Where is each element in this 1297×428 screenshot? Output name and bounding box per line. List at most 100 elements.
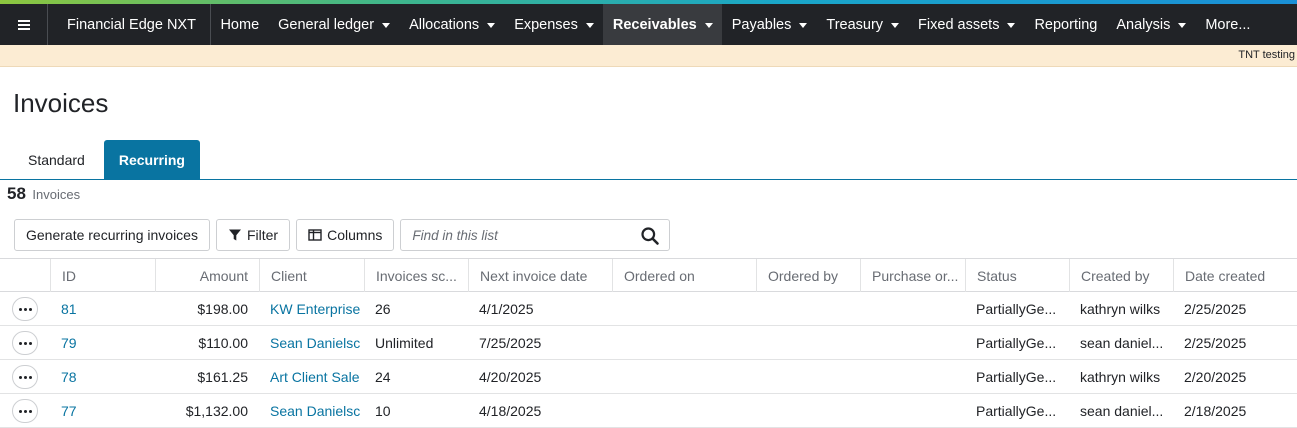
nav-item-label: Analysis (1116, 16, 1171, 33)
columns-label: Columns (327, 227, 383, 243)
list-toolbar: Generate recurring invoices Filter Colum… (14, 219, 671, 251)
nav-item-payables[interactable]: Payables (722, 4, 817, 45)
invoice-id-link[interactable]: 77 (50, 394, 155, 427)
nav-item-expenses[interactable]: Expenses (505, 4, 604, 45)
nav-item-fixed-assets[interactable]: Fixed assets (909, 4, 1025, 45)
column-header-client[interactable]: Client (259, 259, 364, 292)
ordered-on-cell (612, 394, 756, 427)
column-header-actions (0, 259, 50, 292)
column-header-next-invoice-date[interactable]: Next invoice date (468, 259, 612, 292)
caret-down-icon (1007, 23, 1016, 28)
purchase-order-cell (860, 292, 965, 325)
nav-item-allocations[interactable]: Allocations (400, 4, 505, 45)
grid-header-row: ID Amount Client Invoices sc... Next inv… (0, 258, 1297, 292)
search-field (400, 219, 671, 251)
caret-down-icon (1178, 23, 1187, 28)
filter-button[interactable]: Filter (215, 219, 291, 251)
table-row: 78 $161.25 Art Client Sale 24 4/20/2025 … (0, 360, 1297, 394)
nav-item-label: More... (1205, 16, 1251, 33)
column-header-ordered-by[interactable]: Ordered by (756, 259, 860, 292)
caret-down-icon (585, 23, 594, 28)
next-invoice-date-cell: 7/25/2025 (479, 334, 542, 351)
column-header-id[interactable]: ID (50, 259, 155, 292)
tab-underline (0, 179, 1297, 180)
search-input[interactable] (401, 221, 632, 249)
caret-down-icon (799, 23, 808, 28)
invoices-grid: ID Amount Client Invoices sc... Next inv… (0, 258, 1297, 428)
search-icon[interactable] (640, 226, 660, 246)
amount-cell: $1,132.00 (185, 402, 248, 419)
environment-banner: TNT testing (0, 45, 1297, 67)
product-name[interactable]: Financial Edge NXT (48, 4, 211, 45)
client-link[interactable]: Art Client Sale (259, 360, 364, 393)
created-by-cell: kathryn wilks (1080, 300, 1161, 317)
row-actions-button[interactable] (12, 399, 38, 423)
ordered-by-cell (756, 360, 860, 393)
tab-standard[interactable]: Standard (13, 140, 100, 179)
ordered-by-cell (756, 394, 860, 427)
tab-recurring[interactable]: Recurring (103, 140, 200, 179)
invoices-scheduled-cell: 24 (375, 368, 391, 385)
columns-button[interactable]: Columns (296, 219, 395, 251)
status-cell: PartiallyGe... (976, 300, 1057, 317)
client-link[interactable]: Sean Danielsc (259, 394, 364, 427)
nav-item-label: Allocations (409, 16, 480, 33)
status-cell: PartiallyGe... (976, 402, 1057, 419)
amount-cell: $110.00 (198, 334, 248, 351)
date-created-cell: 2/18/2025 (1184, 402, 1247, 419)
nav-item-label: Expenses (514, 16, 578, 33)
table-row: 81 $198.00 KW Enterprise 26 4/1/2025 Par… (0, 292, 1297, 326)
nav-item-general-ledger[interactable]: General ledger (269, 4, 400, 45)
nav-item-label: Reporting (1034, 16, 1098, 33)
main-menu-button[interactable] (0, 4, 48, 45)
ellipsis-icon (18, 307, 32, 311)
record-count-number: 58 (7, 184, 26, 203)
column-header-date-created[interactable]: Date created (1173, 259, 1297, 292)
column-header-amount[interactable]: Amount (155, 259, 259, 292)
nav-item-label: Payables (731, 16, 792, 33)
ordered-on-cell (612, 326, 756, 359)
ordered-on-cell (612, 360, 756, 393)
ordered-by-cell (756, 326, 860, 359)
caret-down-icon (891, 23, 900, 28)
nav-item-reporting[interactable]: Reporting (1025, 4, 1107, 45)
next-invoice-date-cell: 4/18/2025 (479, 402, 542, 419)
column-header-ordered-on[interactable]: Ordered on (612, 259, 756, 292)
caret-down-icon (704, 23, 713, 28)
nav-item-label: Fixed assets (918, 16, 1000, 33)
environment-name: TNT testing (1238, 49, 1295, 61)
amount-cell: $198.00 (197, 300, 248, 317)
nav-item-label: Home (220, 16, 260, 33)
generate-recurring-invoices-button[interactable]: Generate recurring invoices (14, 219, 210, 251)
nav-item-label: Receivables (612, 16, 697, 33)
row-actions-button[interactable] (12, 297, 38, 321)
invoice-id-link[interactable]: 81 (50, 292, 155, 325)
date-created-cell: 2/20/2025 (1184, 368, 1247, 385)
column-header-created-by[interactable]: Created by (1069, 259, 1173, 292)
invoices-scheduled-cell: Unlimited (375, 334, 434, 351)
column-header-status[interactable]: Status (965, 259, 1069, 292)
invoice-id-link[interactable]: 79 (50, 326, 155, 359)
nav-item-analysis[interactable]: Analysis (1107, 4, 1196, 45)
column-header-invoices-scheduled[interactable]: Invoices sc... (364, 259, 468, 292)
row-actions-button[interactable] (12, 331, 38, 355)
ellipsis-icon (18, 341, 32, 345)
purchase-order-cell (860, 360, 965, 393)
filter-label: Filter (246, 227, 279, 243)
client-link[interactable]: Sean Danielsc (259, 326, 364, 359)
row-actions-button[interactable] (12, 365, 38, 389)
column-header-purchase-order[interactable]: Purchase or... (860, 259, 965, 292)
table-row: 79 $110.00 Sean Danielsc Unlimited 7/25/… (0, 326, 1297, 360)
ellipsis-icon (18, 375, 32, 379)
nav-item-more[interactable]: More... (1196, 4, 1260, 45)
ellipsis-icon (18, 409, 32, 413)
nav-item-receivables[interactable]: Receivables (603, 4, 723, 45)
caret-down-icon (487, 23, 496, 28)
nav-item-treasury[interactable]: Treasury (817, 4, 909, 45)
record-count-label: Invoices (32, 187, 81, 202)
invoice-id-link[interactable]: 78 (50, 360, 155, 393)
ordered-by-cell (756, 292, 860, 325)
client-link[interactable]: KW Enterprise (259, 292, 364, 325)
nav-item-home[interactable]: Home (211, 4, 269, 45)
invoices-scheduled-cell: 10 (375, 402, 391, 419)
